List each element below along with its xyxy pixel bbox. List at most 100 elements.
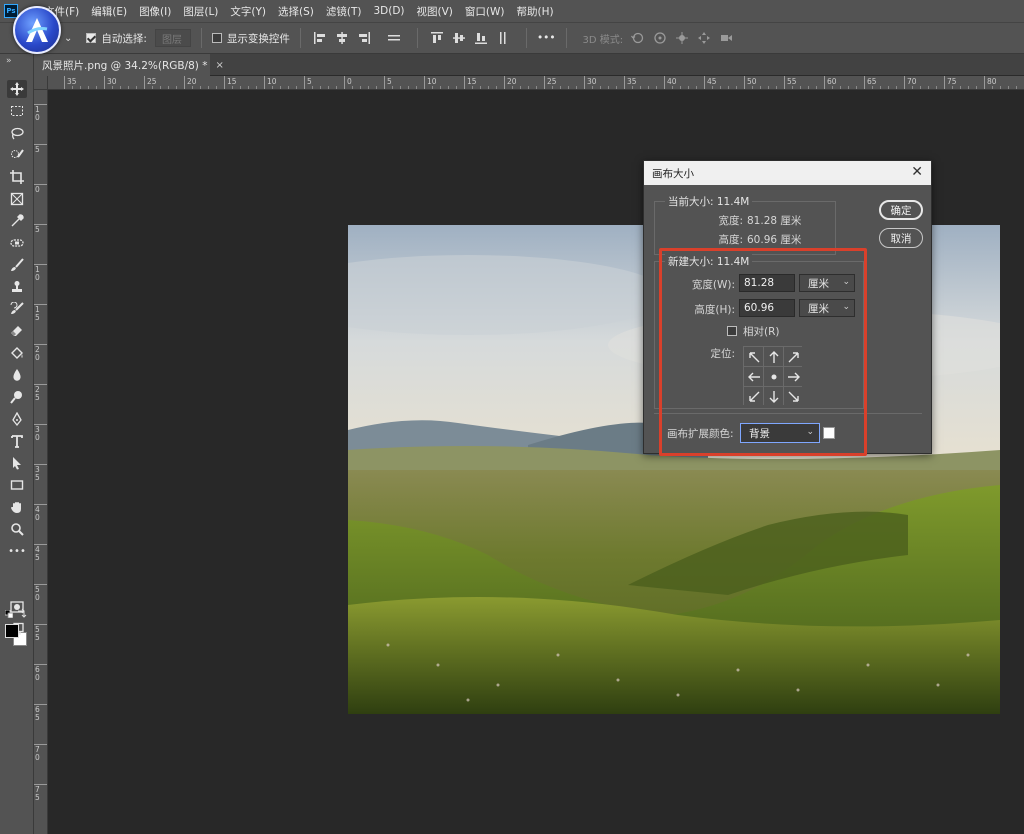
anchor-left[interactable] — [744, 367, 763, 386]
anchor-top[interactable] — [764, 347, 783, 366]
ruler-minor-tick — [552, 86, 553, 89]
anchor-bottom-left[interactable] — [744, 387, 763, 406]
close-tab-icon[interactable]: × — [216, 60, 224, 71]
extension-color-select[interactable]: 背景 ⌄ — [740, 423, 820, 443]
quick-mask-icon[interactable] — [7, 598, 27, 616]
dodge-tool-icon[interactable] — [7, 388, 27, 406]
menu-select[interactable]: 选择(S) — [278, 4, 314, 19]
anchor-bottom[interactable] — [764, 387, 783, 406]
align-center-h-icon[interactable] — [333, 30, 351, 46]
cancel-button[interactable]: 取消 — [879, 228, 923, 248]
anchor-center[interactable] — [764, 367, 783, 386]
height-unit-select[interactable]: 厘米 ⌄ — [799, 299, 855, 317]
rotate-3d-icon[interactable] — [629, 30, 647, 46]
distribute-v-icon[interactable] — [494, 30, 512, 46]
width-input[interactable]: 81.28 — [739, 274, 795, 292]
menu-view[interactable]: 视图(V) — [417, 4, 453, 19]
brush-tool-icon[interactable] — [7, 256, 27, 274]
vertical-ruler[interactable]: 1 0 5 0 5 1 0 1 5 2 0 2 5 3 0 3 5 4 0 4 5 5 0 5 5 6 0 6… — [34, 90, 48, 834]
ruler-label: 2 5 — [35, 385, 40, 402]
ruler-minor-tick — [736, 86, 737, 89]
crop-tool-icon[interactable] — [7, 168, 27, 186]
align-right-icon[interactable] — [355, 30, 373, 46]
anchor-right[interactable] — [784, 367, 803, 386]
zoom-tool-icon[interactable] — [7, 520, 27, 538]
anchor-top-right[interactable] — [784, 347, 803, 366]
roll-3d-icon[interactable] — [651, 30, 669, 46]
marquee-tool-icon[interactable] — [7, 102, 27, 120]
frame-tool-icon[interactable] — [7, 190, 27, 208]
collapse-toolbar-icon[interactable]: » — [6, 56, 12, 66]
lasso-tool-icon[interactable] — [7, 124, 27, 142]
anchor-bottom-right[interactable] — [784, 387, 803, 406]
menu-image[interactable]: 图像(I) — [139, 4, 171, 19]
ruler-minor-tick — [536, 86, 537, 89]
ruler-minor-tick — [832, 86, 833, 89]
ruler-tick — [104, 76, 105, 89]
align-middle-v-icon[interactable] — [450, 30, 468, 46]
ruler-minor-tick — [792, 86, 793, 89]
distribute-icon[interactable] — [385, 30, 403, 46]
align-bottom-icon[interactable] — [472, 30, 490, 46]
layer-select-dropdown[interactable]: 图层 — [154, 29, 191, 47]
ruler-tick — [784, 76, 785, 89]
horizontal-ruler[interactable]: 35 30 25 20 15 10 5 0 5 10 15 20 25 30 35 40 45 50 55 60 65 7… — [48, 76, 1024, 90]
clone-stamp-tool-icon[interactable] — [7, 278, 27, 296]
menu-edit[interactable]: 编辑(E) — [91, 4, 127, 19]
slide-3d-icon[interactable] — [695, 30, 713, 46]
menu-3d[interactable]: 3D(D) — [373, 5, 404, 17]
chevron-down-icon[interactable]: ⌄ — [64, 33, 72, 44]
ruler-origin[interactable] — [34, 76, 48, 90]
menu-window[interactable]: 窗口(W) — [465, 4, 505, 19]
ruler-minor-tick — [768, 86, 769, 89]
blur-tool-icon[interactable] — [7, 366, 27, 384]
healing-brush-tool-icon[interactable] — [7, 234, 27, 252]
eyedropper-tool-icon[interactable] — [7, 212, 27, 230]
ruler-minor-tick — [840, 86, 841, 89]
ruler-minor-tick — [112, 86, 113, 89]
move-tool-icon[interactable] — [7, 80, 27, 98]
ruler-tick — [384, 76, 385, 89]
eraser-tool-icon[interactable] — [7, 322, 27, 340]
ruler-minor-tick — [160, 86, 161, 89]
ruler-minor-tick — [608, 86, 609, 89]
align-top-icon[interactable] — [428, 30, 446, 46]
auto-select-checkbox[interactable] — [86, 33, 97, 43]
path-select-tool-icon[interactable] — [7, 454, 27, 472]
dialog-titlebar[interactable]: 画布大小 ✕ — [644, 161, 931, 185]
document-tab[interactable]: 风景照片.png @ 34.2%(RGB/8) * × — [34, 54, 224, 76]
ruler-minor-tick — [120, 86, 121, 89]
anchor-top-left[interactable] — [744, 347, 763, 366]
ruler-minor-tick — [968, 86, 969, 89]
height-input[interactable]: 60.96 — [739, 299, 795, 317]
align-left-icon[interactable] — [311, 30, 329, 46]
foreground-color-swatch[interactable] — [5, 624, 19, 638]
ruler-minor-tick — [560, 86, 561, 89]
quick-select-tool-icon[interactable] — [7, 146, 27, 164]
more-options-button[interactable]: ••• — [537, 32, 556, 44]
paint-bucket-tool-icon[interactable] — [7, 344, 27, 362]
drag-3d-icon[interactable] — [673, 30, 691, 46]
ruler-tick — [704, 76, 705, 89]
ruler-tick — [544, 76, 545, 89]
extension-color-swatch[interactable] — [823, 427, 835, 439]
close-icon[interactable]: ✕ — [911, 164, 923, 180]
menu-help[interactable]: 帮助(H) — [517, 4, 554, 19]
pen-tool-icon[interactable] — [7, 410, 27, 428]
menu-layer[interactable]: 图层(L) — [183, 4, 218, 19]
menu-filter[interactable]: 滤镜(T) — [326, 4, 362, 19]
scale-3d-icon[interactable] — [717, 30, 735, 46]
rectangle-tool-icon[interactable] — [7, 476, 27, 494]
show-transform-checkbox[interactable] — [211, 33, 222, 43]
history-brush-tool-icon[interactable] — [7, 300, 27, 318]
more-tools-button[interactable]: ••• — [7, 542, 27, 560]
dialog-title: 画布大小 — [652, 167, 694, 180]
hand-tool-icon[interactable] — [7, 498, 27, 516]
relative-checkbox[interactable] — [727, 326, 737, 336]
ok-button[interactable]: 确定 — [879, 200, 923, 220]
menu-type[interactable]: 文字(Y) — [230, 4, 266, 19]
ruler-minor-tick — [800, 86, 801, 89]
type-tool-icon[interactable] — [7, 432, 27, 450]
current-height-value: 60.96 厘米 — [747, 234, 802, 246]
width-unit-select[interactable]: 厘米 ⌄ — [799, 274, 855, 292]
